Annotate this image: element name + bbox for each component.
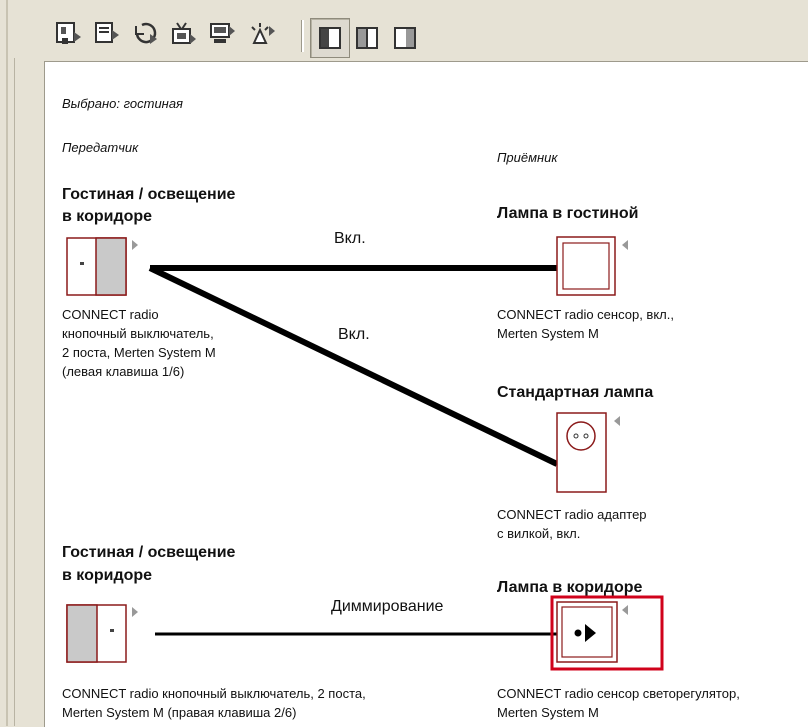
transmitter-header: Передатчик [62,140,139,155]
receiver-3-title: Лампа в коридоре [497,579,643,596]
transmitter-device-1[interactable] [66,237,138,296]
transmitter-1-description: CONNECT radio кнопочный выключатель, 2 п… [62,307,216,379]
transmitter-1-title-line1: Гостиная / освещение [62,186,236,203]
receiver-2-description: CONNECT radio адаптер с вилкой, вкл. [497,507,647,541]
link-3-label: Диммирование [331,598,444,615]
transmitter-2-title-line1: Гостиная / освещение [62,544,236,561]
transmitter-device-2[interactable] [66,604,138,663]
receiver-device-1[interactable] [556,236,628,296]
receiver-header: Приёмник [497,150,558,165]
selection-text: Выбрано: гостиная [62,96,183,111]
receiver-1-description: CONNECT radio сенсор, вкл., Merten Syste… [497,307,674,341]
transmitter-2-title-line2: в коридоре [62,567,153,584]
receiver-3-description: CONNECT radio сенсор светорегулятор, Mer… [497,686,740,720]
receiver-2-title: Стандартная лампа [497,384,654,401]
transmitter-2-description: CONNECT radio кнопочный выключатель, 2 п… [62,686,366,720]
receiver-device-3[interactable] [550,595,664,671]
receiver-1-title: Лампа в гостиной [497,205,639,222]
transmitter-1-title-line2: в коридоре [62,208,153,225]
link-1-label: Вкл. [334,230,366,247]
receiver-device-2[interactable] [556,412,620,493]
link-2-label: Вкл. [338,326,370,343]
